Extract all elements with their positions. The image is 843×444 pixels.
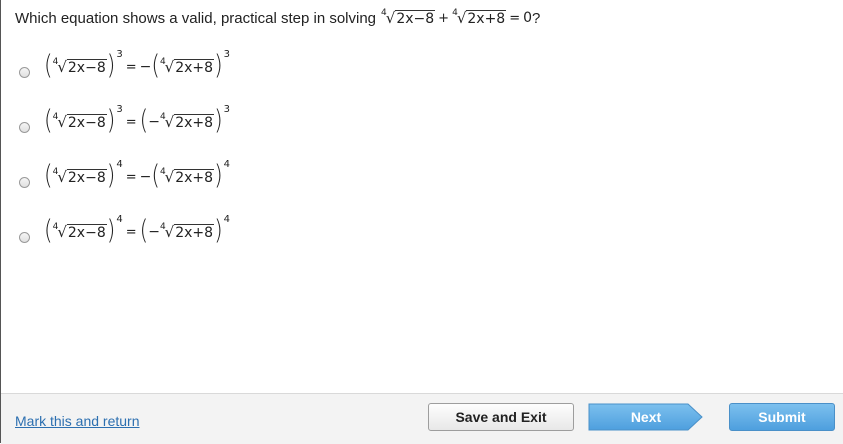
choice-equation: ( 4 √ 2x−8 ) 3 = − ( 4 √ 2x+8 ) 3 — [44, 48, 231, 82]
question-expression: 4 √ 2x−8 + 4 √ 2x+8 = 0 — [381, 8, 533, 27]
answer-choice-1[interactable]: ( 4 √ 2x−8 ) 3 = − ( 4 √ 2x+8 ) 3 — [19, 48, 231, 82]
radio-button[interactable] — [19, 231, 30, 243]
question-text: Which equation shows a valid, practical … — [15, 8, 541, 27]
footer-bar: Mark this and return Save and Exit Next … — [1, 393, 843, 444]
fourth-root-2: 4 √ 2x+8 — [452, 8, 507, 27]
answer-choice-4[interactable]: ( 4 √ 2x−8 ) 4 = ( − 4 √ 2x+8 ) 4 — [19, 213, 231, 247]
mark-and-return-link[interactable]: Mark this and return — [15, 413, 140, 429]
radio-button[interactable] — [19, 66, 30, 78]
save-and-exit-button[interactable]: Save and Exit — [428, 403, 574, 431]
question-prefix: Which equation shows a valid, practical … — [15, 9, 377, 27]
fourth-root-1: 4 √ 2x−8 — [381, 8, 436, 27]
next-button[interactable]: Next — [588, 403, 704, 431]
submit-button[interactable]: Submit — [729, 403, 835, 431]
answer-choice-2[interactable]: ( 4 √ 2x−8 ) 3 = ( − 4 √ 2x+8 ) 3 — [19, 103, 231, 137]
next-button-label: Next — [630, 409, 662, 425]
answer-choice-3[interactable]: ( 4 √ 2x−8 ) 4 = − ( 4 √ 2x+8 ) 4 — [19, 158, 231, 192]
radio-button[interactable] — [19, 121, 30, 133]
left-border — [0, 0, 1, 443]
choice-equation: ( 4 √ 2x−8 ) 4 = ( − 4 √ 2x+8 ) 4 — [44, 213, 231, 247]
choice-equation: ( 4 √ 2x−8 ) 4 = − ( 4 √ 2x+8 ) 4 — [44, 158, 231, 192]
radio-button[interactable] — [19, 176, 30, 188]
choice-equation: ( 4 √ 2x−8 ) 3 = ( − 4 √ 2x+8 ) 3 — [44, 103, 231, 137]
question-suffix: ? — [532, 9, 541, 27]
